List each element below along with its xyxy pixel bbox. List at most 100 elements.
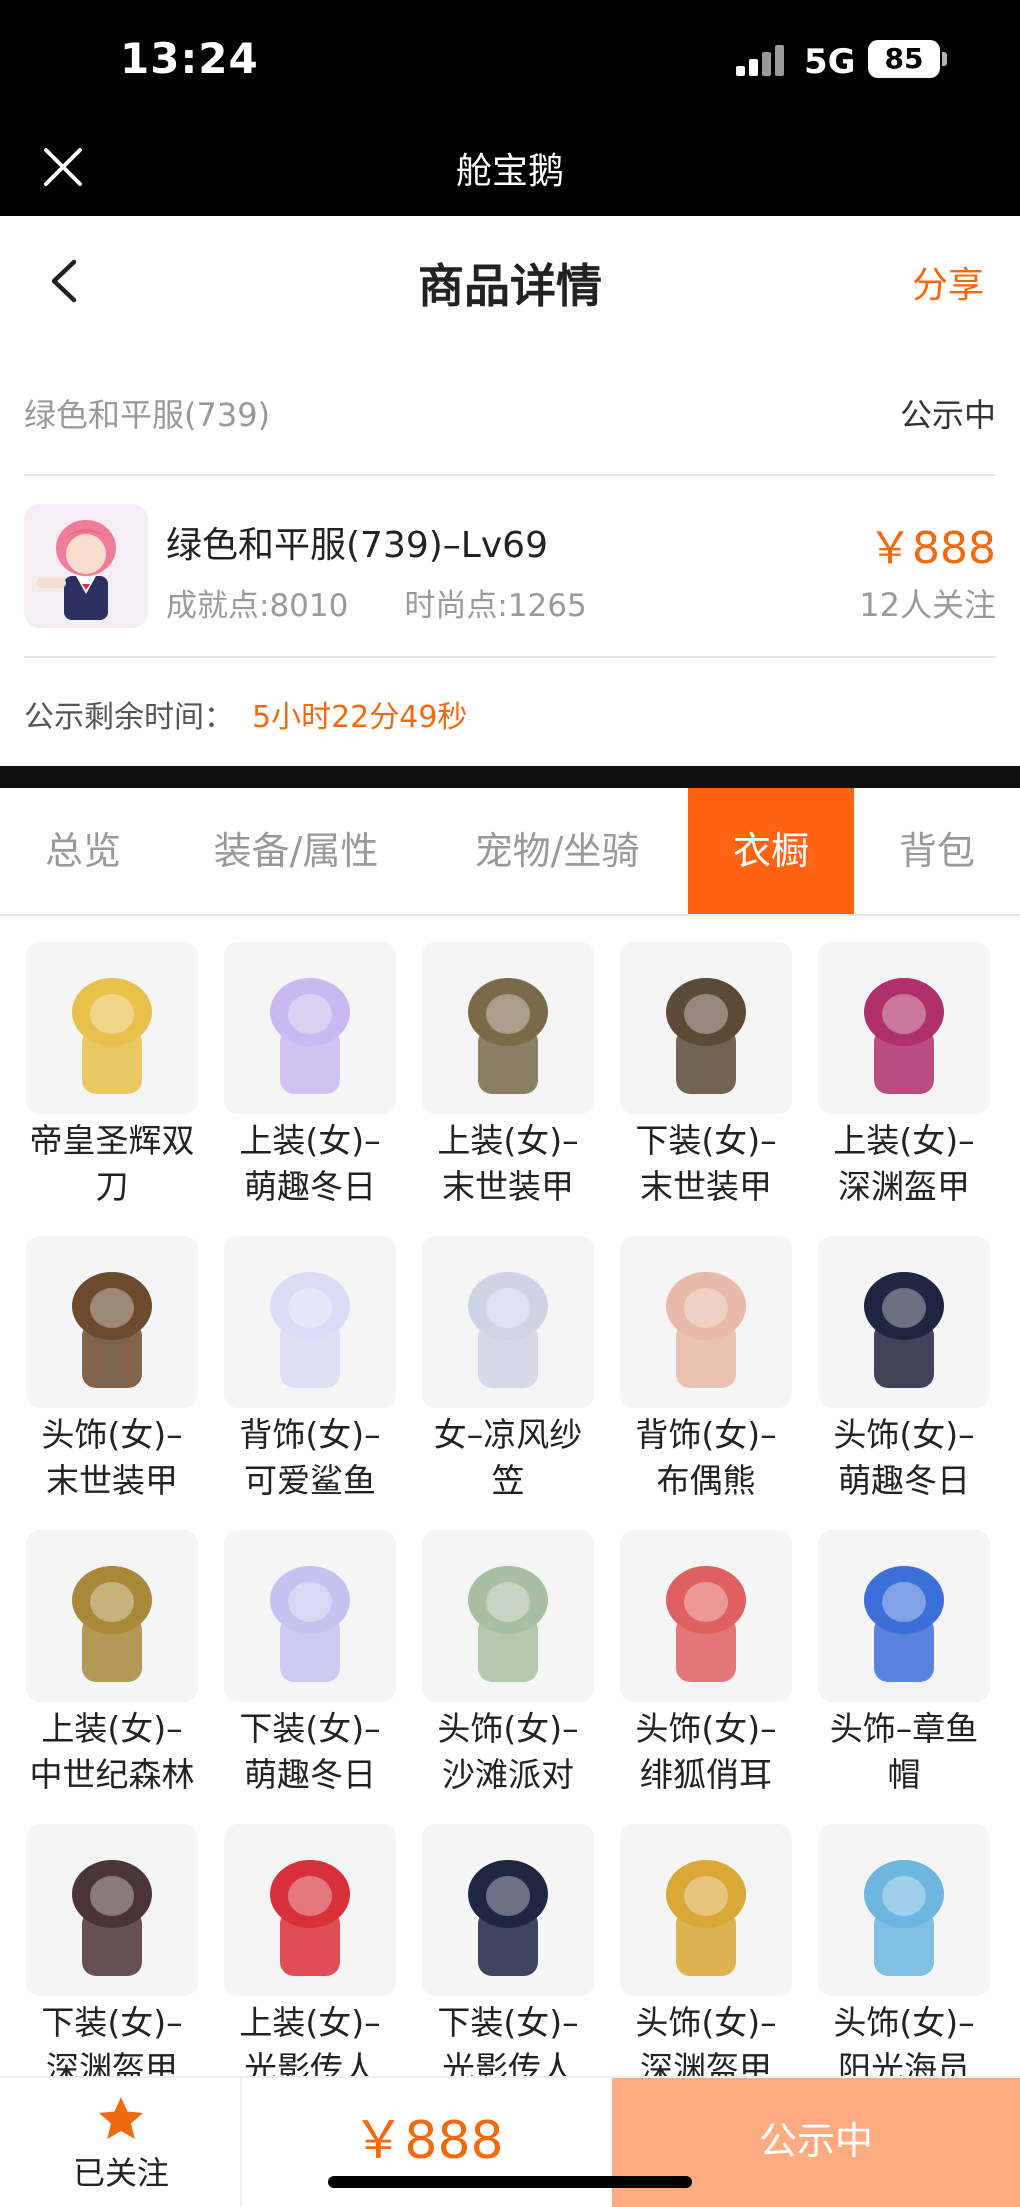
label-line-1: 下装(女)– xyxy=(437,2003,579,2042)
sailor-hair-icon xyxy=(818,1824,990,1996)
label-line-2: 萌趣冬日 xyxy=(838,1461,970,1500)
follow-label: 已关注 xyxy=(72,2154,169,2192)
app-title: 舱宝鹅 xyxy=(455,151,564,192)
label-line-1: 上装(女)– xyxy=(239,2003,381,2042)
product-price: ￥888 xyxy=(868,523,996,574)
label-line-2: 绯狐俏耳 xyxy=(640,1755,772,1794)
status-time: 13:24 xyxy=(120,34,259,83)
wardrobe-item-label: 上装(女)– 中世纪森林 xyxy=(12,1706,212,1798)
tab-wardrobe[interactable]: 衣橱 xyxy=(688,788,854,914)
label-line-2: 笠 xyxy=(491,1461,525,1500)
label-line-1: 头饰(女)– xyxy=(635,2003,777,2042)
label-line-1: 下装(女)– xyxy=(41,2003,183,2042)
label-line-2: 末世装甲 xyxy=(442,1167,574,1206)
wardrobe-item-label: 女–凉风纱笠 xyxy=(408,1412,608,1504)
wardrobe-item-label: 头饰(女)– 沙滩派对 xyxy=(408,1706,608,1798)
achievement-points: 成就点:8010 xyxy=(166,588,349,624)
home-indicator xyxy=(328,2176,692,2188)
follower-count: 12人关注 xyxy=(859,586,996,624)
label-line-1: 背饰(女)– xyxy=(635,1415,777,1454)
share-button[interactable]: 分享 xyxy=(912,256,984,308)
wardrobe-item-label: 头饰(女)– 萌趣冬日 xyxy=(804,1412,1004,1504)
skirt-icon xyxy=(422,1824,594,1996)
nav-bar: 商品详情 分享 xyxy=(0,216,1020,348)
red-jacket-icon xyxy=(224,1824,396,1996)
tab-equipment[interactable]: 装备/属性 xyxy=(166,788,426,914)
label-line-1: 上装(女)– xyxy=(41,1709,183,1748)
label-line-2: 布偶熊 xyxy=(656,1461,756,1500)
fashion-points: 时尚点:1265 xyxy=(404,588,587,624)
label-line-1: 头饰(女)– xyxy=(833,1415,975,1454)
network-type: 5G xyxy=(804,42,856,82)
page-title: 商品详情 xyxy=(418,259,602,313)
wardrobe-item-label: 上装(女)– 萌趣冬日 xyxy=(210,1118,410,1210)
tab-overview[interactable]: 总览 xyxy=(0,788,166,914)
character-avatar xyxy=(24,504,148,628)
wardrobe-item-label: 背饰(女)– 布偶熊 xyxy=(606,1412,806,1504)
label-line-2: 末世装甲 xyxy=(640,1167,772,1206)
label-line-1: 下装(女)– xyxy=(239,1709,381,1748)
label-line-2: 帽 xyxy=(887,1755,921,1794)
wardrobe-item-label: 头饰–章鱼帽 xyxy=(804,1706,1004,1798)
product-stats: 成就点:8010 时尚点:1265 xyxy=(166,580,643,625)
wardrobe-item-label: 头饰(女)– 绯狐俏耳 xyxy=(606,1706,806,1798)
label-line-1: 下装(女)– xyxy=(635,1121,777,1160)
teddy-bear-icon xyxy=(620,1236,792,1408)
label-line-2: 可爱鲨鱼 xyxy=(244,1461,376,1500)
app-bar: 舱宝鹅 xyxy=(0,120,1020,216)
label-line-1: 帝皇圣辉双 xyxy=(29,1121,195,1160)
item-status: 公示中 xyxy=(899,396,996,434)
wardrobe-item-label: 背饰(女)– 可爱鲨鱼 xyxy=(210,1412,410,1504)
label-line-1: 头饰–章鱼 xyxy=(829,1709,979,1748)
label-line-1: 头饰(女)– xyxy=(635,1709,777,1748)
label-line-2: 中世纪森林 xyxy=(29,1755,195,1794)
countdown-label: 公示剩余时间： xyxy=(24,700,234,735)
winter-boots-icon xyxy=(224,1530,396,1702)
product-summary[interactable]: 绿色和平服(739)–Lv69 成就点:8010 时尚点:1265 ￥888 12… xyxy=(24,478,996,658)
label-line-1: 头饰(女)– xyxy=(833,2003,975,2042)
armor-helmet-icon xyxy=(26,1236,198,1408)
wardrobe-item-label: 下装(女)– 末世装甲 xyxy=(606,1118,806,1210)
signal-icon xyxy=(736,45,784,76)
countdown-row: 公示剩余时间： 5小时22分49秒 xyxy=(24,660,996,766)
label-line-1: 上装(女)– xyxy=(239,1121,381,1160)
label-line-1: 上装(女)– xyxy=(437,1121,579,1160)
winter-hair-icon xyxy=(818,1236,990,1408)
abyss-top-icon xyxy=(818,942,990,1114)
product-title: 绿色和平服(739)–Lv69 xyxy=(166,525,548,566)
follow-button[interactable]: 已关注 xyxy=(0,2078,242,2207)
label-line-1: 女–凉风纱 xyxy=(433,1415,583,1454)
detail-tabs: 总览 装备/属性 宠物/坐骑 衣橱 背包 xyxy=(0,788,1020,916)
battery-icon: 85 xyxy=(868,40,940,78)
tab-bag[interactable]: 背包 xyxy=(854,788,1020,914)
section-divider xyxy=(0,766,1020,788)
status-bar: 13:24 5G 85 xyxy=(0,0,1020,120)
wardrobe-item-label: 下装(女)– 萌趣冬日 xyxy=(210,1706,410,1798)
wardrobe-item-label: 上装(女)– 末世装甲 xyxy=(408,1118,608,1210)
countdown-value: 5小时22分49秒 xyxy=(252,700,468,735)
tab-pets[interactable]: 宠物/坐骑 xyxy=(426,788,688,914)
winter-top-icon xyxy=(224,942,396,1114)
label-line-1: 头饰(女)– xyxy=(437,1709,579,1748)
label-line-1: 头饰(女)– xyxy=(41,1415,183,1454)
octopus-hat-icon xyxy=(818,1530,990,1702)
label-line-2: 沙滩派对 xyxy=(442,1755,574,1794)
item-header-row: 绿色和平服(739) 公示中 xyxy=(24,376,996,476)
item-name: 绿色和平服(739) xyxy=(24,396,271,434)
label-line-2: 末世装甲 xyxy=(46,1461,178,1500)
label-line-2: 深渊盔甲 xyxy=(838,1167,970,1206)
label-line-2: 萌趣冬日 xyxy=(244,1755,376,1794)
label-line-1: 背饰(女)– xyxy=(239,1415,381,1454)
battery-tip xyxy=(942,52,947,66)
wardrobe-item-label: 帝皇圣辉双刀 xyxy=(12,1118,212,1210)
label-line-1: 上装(女)– xyxy=(833,1121,975,1160)
armor-top-icon xyxy=(422,942,594,1114)
armor-legs-icon xyxy=(620,942,792,1114)
wardrobe-item-label: 上装(女)– 深渊盔甲 xyxy=(804,1118,1004,1210)
dual-blades-icon xyxy=(26,942,198,1114)
fox-ears-icon xyxy=(620,1530,792,1702)
veil-hat-icon xyxy=(422,1236,594,1408)
label-line-2: 刀 xyxy=(95,1167,129,1206)
shark-icon xyxy=(224,1236,396,1408)
star-icon xyxy=(99,2097,143,2139)
